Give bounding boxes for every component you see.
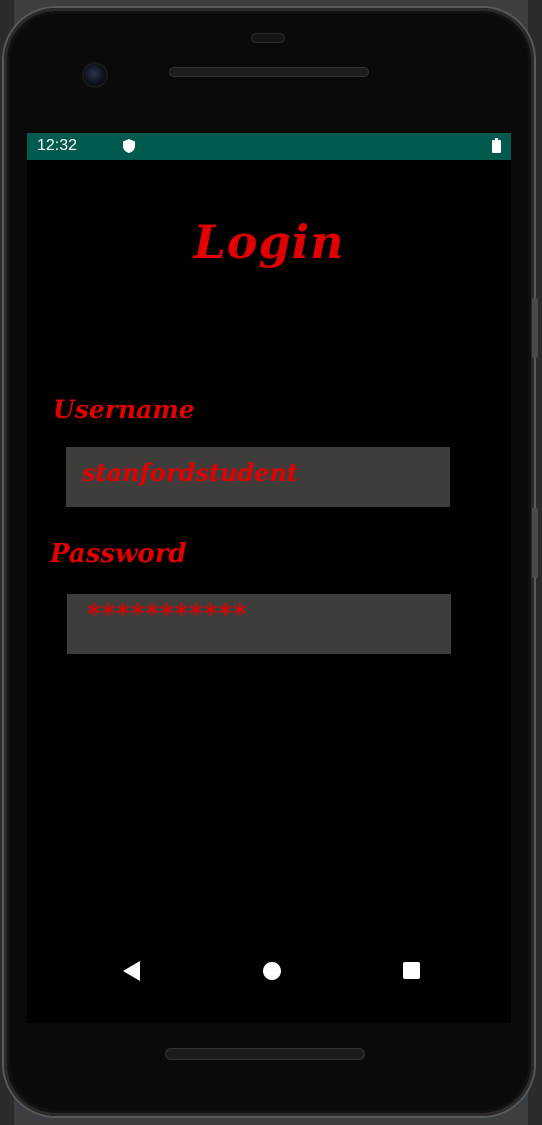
username-field[interactable]: stanfordstudent	[66, 447, 450, 507]
earpiece	[251, 33, 285, 43]
phone-frame: 12:32 Login Username stanfordstudent Pas…	[4, 8, 538, 1116]
battery-icon	[492, 138, 501, 153]
home-icon[interactable]	[263, 962, 281, 980]
power-button	[532, 508, 538, 578]
password-label: Password	[50, 539, 187, 569]
back-icon[interactable]	[123, 961, 140, 981]
page-title: Login	[193, 215, 345, 269]
shield-icon	[123, 139, 135, 153]
password-field[interactable]: ***********	[67, 594, 451, 654]
status-bar: 12:32	[27, 133, 511, 160]
username-value: stanfordstudent	[82, 458, 298, 487]
password-value: ***********	[87, 600, 248, 630]
status-time: 12:32	[37, 137, 78, 154]
navigation-bar	[27, 955, 511, 987]
device-screen: 12:32 Login Username stanfordstudent Pas…	[27, 133, 511, 1023]
bottom-speaker-grille	[165, 1048, 365, 1060]
top-speaker-grille	[169, 67, 369, 77]
recents-icon[interactable]	[403, 962, 420, 979]
front-camera	[84, 64, 106, 86]
volume-button	[532, 298, 538, 358]
username-label: Username	[53, 395, 195, 424]
